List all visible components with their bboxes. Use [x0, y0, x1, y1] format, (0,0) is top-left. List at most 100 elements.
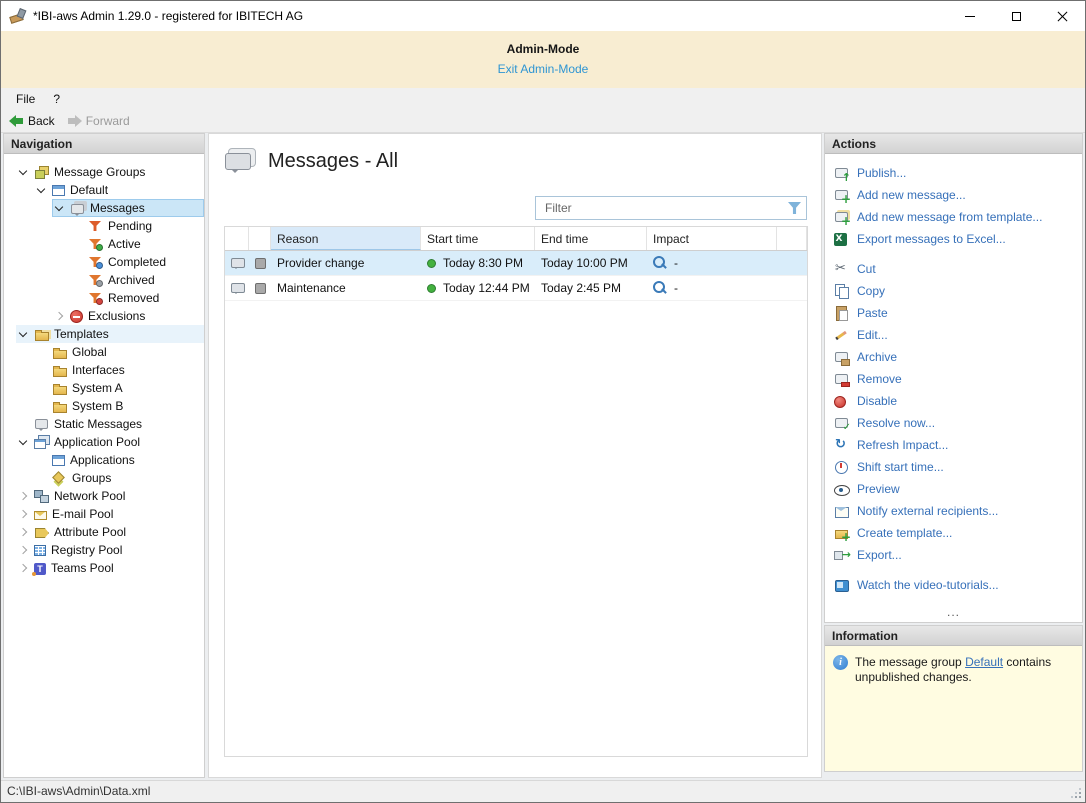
action-add-message-from-template[interactable]: Add new message from template... [825, 206, 1082, 228]
expander-icon[interactable] [52, 309, 68, 323]
registry-grid-icon [34, 545, 46, 556]
window-stack-icon [34, 435, 49, 449]
envelope-icon [34, 511, 47, 520]
expander-icon[interactable] [16, 525, 32, 539]
tree-item-global[interactable]: Global [4, 343, 204, 361]
tree-item-exclusions[interactable]: Exclusions [4, 307, 204, 325]
action-export-to-excel[interactable]: Export messages to Excel... [825, 228, 1082, 250]
tree-item-network-pool[interactable]: Network Pool [4, 487, 204, 505]
menu-help[interactable]: ? [44, 90, 69, 108]
action-shift-start-time[interactable]: Shift start time... [825, 456, 1082, 478]
navigation-toolbar: Back Forward [1, 109, 1085, 133]
tree-item-active[interactable]: Active [4, 235, 204, 253]
action-add-new-message[interactable]: Add new message... [825, 184, 1082, 206]
tree-item-completed[interactable]: Completed [4, 253, 204, 271]
tree-item-label: System A [67, 381, 123, 395]
action-preview[interactable]: Preview [825, 478, 1082, 500]
action-edit[interactable]: Edit... [825, 324, 1082, 346]
eye-icon [834, 482, 850, 497]
tree-item-messages[interactable]: Messages [4, 199, 204, 217]
column-header-impact[interactable]: Impact [647, 227, 777, 250]
expander-icon[interactable] [16, 327, 32, 341]
action-disable[interactable]: Disable [825, 390, 1082, 412]
forward-label: Forward [86, 114, 130, 128]
action-remove[interactable]: Remove [825, 368, 1082, 390]
back-button[interactable]: Back [9, 114, 55, 128]
column-header-reason[interactable]: Reason [271, 227, 421, 250]
tree-item-email-pool[interactable]: E-mail Pool [4, 505, 204, 523]
tree-item-application-pool[interactable]: Application Pool [4, 433, 204, 451]
tree-item-archived[interactable]: Archived [4, 271, 204, 289]
action-create-template[interactable]: Create template... [825, 522, 1082, 544]
expander-icon[interactable] [16, 165, 32, 179]
expander-icon[interactable] [16, 435, 32, 449]
resize-grip[interactable] [1071, 788, 1081, 798]
publish-icon [834, 166, 850, 181]
action-watch-video-tutorials[interactable]: Watch the video-tutorials... [825, 574, 1082, 596]
action-resolve-now[interactable]: Resolve now... [825, 412, 1082, 434]
table-row[interactable]: Provider change Today 8:30 PM Today 10:0… [225, 251, 807, 276]
action-label: Add new message from template... [857, 210, 1042, 224]
action-label: Cut [857, 262, 876, 276]
expander-icon[interactable] [16, 489, 32, 503]
exit-admin-mode-link[interactable]: Exit Admin-Mode [498, 62, 589, 76]
tree-item-static-messages[interactable]: Static Messages [4, 415, 204, 433]
tree-item-groups[interactable]: Groups [4, 469, 204, 487]
expander-icon[interactable] [52, 201, 68, 215]
expander-icon[interactable] [34, 183, 50, 197]
tree-item-registry-pool[interactable]: Registry Pool [4, 541, 204, 559]
tree-item-default[interactable]: Default [4, 181, 204, 199]
filter-input[interactable] [545, 201, 788, 215]
filter-funnel-icon[interactable] [788, 202, 801, 214]
action-refresh-impact[interactable]: Refresh Impact... [825, 434, 1082, 456]
remove-icon [834, 372, 850, 387]
table-row[interactable]: Maintenance Today 12:44 PM Today 2:45 PM… [225, 276, 807, 301]
tree-item-removed[interactable]: Removed [4, 289, 204, 307]
expander-icon[interactable] [16, 507, 32, 521]
folder-stack-icon [34, 327, 49, 341]
expander-icon[interactable] [16, 543, 32, 557]
action-copy[interactable]: Copy [825, 280, 1082, 302]
default-group-link[interactable]: Default [965, 655, 1003, 669]
maximize-button[interactable] [993, 1, 1039, 31]
message-bubble-icon [231, 257, 245, 270]
action-publish[interactable]: Publish... [825, 162, 1082, 184]
action-paste[interactable]: Paste [825, 302, 1082, 324]
close-button[interactable] [1039, 1, 1085, 31]
tree-item-interfaces[interactable]: Interfaces [4, 361, 204, 379]
action-label: Archive [857, 350, 897, 364]
tree-item-label: Network Pool [49, 489, 125, 503]
refresh-icon [834, 438, 850, 453]
expander-icon[interactable] [16, 561, 32, 575]
tree-item-applications[interactable]: Applications [4, 451, 204, 469]
action-label: Paste [857, 306, 888, 320]
tree-item-pending[interactable]: Pending [4, 217, 204, 235]
action-export[interactable]: Export... [825, 544, 1082, 566]
tree-item-teams-pool[interactable]: Teams Pool [4, 559, 204, 577]
column-header-start-time[interactable]: Start time [421, 227, 535, 250]
tree-item-label: Exclusions [83, 309, 145, 323]
tree-item-templates[interactable]: Templates [4, 325, 204, 343]
expander-spacer [34, 471, 50, 485]
actions-overflow[interactable]: ... [825, 605, 1082, 622]
tree-item-label: Application Pool [49, 435, 140, 449]
expander-spacer [34, 453, 50, 467]
forward-button[interactable]: Forward [67, 114, 130, 128]
tree-item-attribute-pool[interactable]: Attribute Pool [4, 523, 204, 541]
column-header-end-time[interactable]: End time [535, 227, 647, 250]
status-bar: C:\IBI-aws\Admin\Data.xml [1, 780, 1085, 802]
pencil-icon [834, 328, 850, 343]
minimize-button[interactable] [947, 1, 993, 31]
action-archive[interactable]: Archive [825, 346, 1082, 368]
tree-item-label: Active [103, 237, 141, 251]
expander-spacer [70, 219, 86, 233]
action-cut[interactable]: Cut [825, 258, 1082, 280]
tree-item-message-groups[interactable]: Message Groups [4, 163, 204, 181]
tree-item-system-b[interactable]: System B [4, 397, 204, 415]
tree-item-system-a[interactable]: System A [4, 379, 204, 397]
action-notify-external-recipients[interactable]: Notify external recipients... [825, 500, 1082, 522]
action-label: Export messages to Excel... [857, 232, 1006, 246]
menu-file[interactable]: File [7, 90, 44, 108]
action-label: Disable [857, 394, 897, 408]
cell-reason: Provider change [271, 251, 421, 275]
